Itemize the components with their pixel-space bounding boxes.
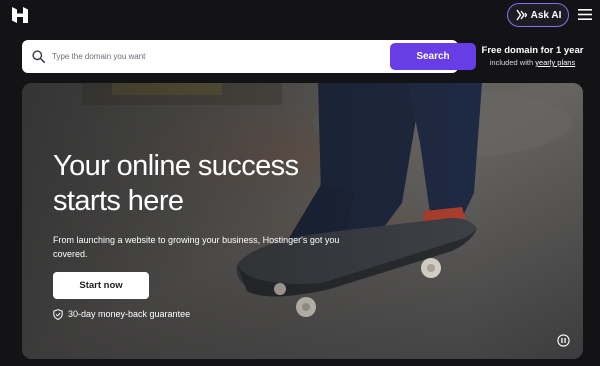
top-navigation-bar: Ask AI (0, 0, 600, 30)
free-domain-promo: Free domain for 1 year included with yea… (470, 44, 595, 69)
hostinger-logo-icon[interactable] (11, 6, 29, 24)
search-button[interactable]: Search (390, 43, 476, 70)
hero-headline-line-2: starts here (53, 185, 184, 217)
hero-banner: Your online success starts here From lau… (22, 83, 583, 359)
promo-subtitle-prefix: included with (489, 58, 534, 67)
ask-ai-button[interactable]: Ask AI (507, 3, 569, 27)
money-back-guarantee: 30-day money-back guarantee (53, 307, 190, 321)
guarantee-text: 30-day money-back guarantee (68, 309, 191, 319)
promo-title: Free domain for 1 year (481, 45, 584, 56)
hero-description: From launching a website to growing your… (53, 235, 340, 259)
shield-check-icon (53, 308, 63, 320)
ask-ai-label: Ask AI (530, 9, 562, 21)
domain-search-box: Search (22, 40, 476, 73)
hero-headline-line-1: Your online success (53, 150, 299, 182)
yearly-plans-link[interactable]: yearly plans (535, 58, 575, 67)
domain-search-input[interactable] (50, 46, 380, 67)
sparkle-icon (516, 9, 527, 21)
hamburger-menu-icon[interactable] (578, 8, 592, 21)
search-icon (32, 50, 45, 63)
start-now-button[interactable]: Start now (53, 272, 149, 299)
promo-subtitle: included with yearly plans (470, 57, 595, 69)
pause-icon[interactable] (557, 334, 570, 347)
hero-headline: Your online success starts here (53, 149, 353, 219)
